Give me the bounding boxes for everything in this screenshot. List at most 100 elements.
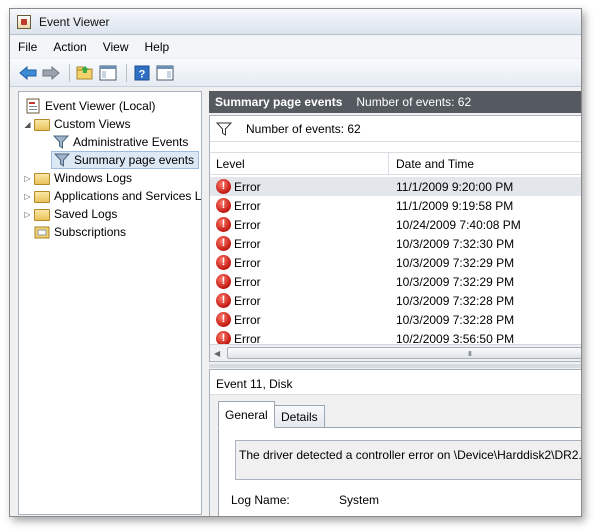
horizontal-scrollbar[interactable]: ◀ III (210, 344, 581, 361)
event-datetime: 10/3/2009 7:32:29 PM (396, 275, 515, 289)
tree-label: Summary page events (74, 153, 195, 167)
collapse-triangle-icon[interactable]: ◢ (23, 120, 32, 129)
toolbar: ? (10, 59, 581, 87)
event-viewer-window: Event Viewer File Action View Help ? Eve… (9, 8, 582, 517)
toolbar-separator (126, 63, 127, 82)
general-tab-panel: The driver detected a controller error o… (218, 427, 581, 516)
event-description[interactable]: The driver detected a controller error o… (235, 440, 581, 480)
column-header-level[interactable]: Level (216, 157, 245, 171)
tree-node-administrative-events[interactable]: Administrative Events (51, 133, 188, 151)
back-arrow-icon[interactable] (18, 63, 38, 83)
filter-funnel-icon (215, 121, 233, 137)
expand-triangle-icon[interactable]: ▷ (23, 174, 32, 183)
log-name-label: Log Name: (231, 493, 290, 507)
event-datetime: 10/3/2009 7:32:28 PM (396, 313, 515, 327)
table-row[interactable]: ! Error 11/1/2009 9:19:58 PM (210, 196, 581, 215)
event-datetime: 11/1/2009 9:20:00 PM (396, 180, 514, 194)
event-level: Error (234, 218, 261, 232)
tree-node-windows-logs[interactable]: ▷ Windows Logs (23, 169, 132, 187)
event-list-panel: Number of events: 62 Level Date and Time… (209, 115, 581, 362)
tree-label: Subscriptions (54, 225, 127, 239)
table-row[interactable]: ! Error 10/3/2009 7:32:29 PM (210, 272, 581, 291)
error-icon: ! (216, 217, 231, 232)
tree-label: Event Viewer (Local) (45, 99, 156, 113)
event-datetime: 10/24/2009 7:40:08 PM (396, 218, 521, 232)
help-icon[interactable]: ? (132, 63, 152, 83)
title-bar[interactable]: Event Viewer (10, 9, 581, 35)
menu-help[interactable]: Help (145, 40, 170, 54)
panel-event-count: Number of events: 62 (356, 95, 472, 109)
panel-header: Summary page events Number of events: 62 (209, 91, 581, 113)
error-icon: ! (216, 179, 231, 194)
table-row[interactable]: ! Error 10/3/2009 7:32:28 PM (210, 291, 581, 310)
tree-node-summary-page-events[interactable]: Summary page events (51, 151, 200, 169)
scroll-left-arrow-icon[interactable]: ◀ (214, 349, 220, 358)
table-row[interactable]: ! Error 11/1/2009 9:20:00 PM (210, 177, 581, 196)
show-hide-pane-icon[interactable] (98, 63, 118, 83)
error-icon: ! (216, 274, 231, 289)
event-level: Error (234, 275, 261, 289)
event-viewer-node-icon (25, 98, 41, 114)
tree-label: Administrative Events (73, 135, 189, 149)
subscriptions-icon (34, 224, 50, 240)
column-header-date-time[interactable]: Date and Time (396, 157, 474, 171)
event-datetime: 10/3/2009 7:32:29 PM (396, 256, 515, 270)
tree-node-saved-logs[interactable]: ▷ Saved Logs (23, 205, 117, 223)
event-level: Error (234, 294, 261, 308)
tree-node-subscriptions[interactable]: Subscriptions (32, 223, 126, 241)
tree-node-custom-views[interactable]: ◢ Custom Views (23, 115, 130, 133)
event-datetime: 11/1/2009 9:19:58 PM (396, 199, 514, 213)
folder-icon (34, 116, 50, 132)
tree-label: Saved Logs (54, 207, 118, 221)
window-title: Event Viewer (39, 14, 110, 29)
tree-label: Applications and Services L (54, 189, 202, 203)
tree-label: Windows Logs (54, 171, 133, 185)
tree-label: Custom Views (54, 117, 131, 131)
menu-bar: File Action View Help (10, 36, 581, 58)
menu-view[interactable]: View (103, 40, 129, 54)
open-folder-icon[interactable] (75, 63, 95, 83)
error-icon: ! (216, 236, 231, 251)
scrollbar-thumb[interactable]: III (227, 347, 581, 359)
event-detail-title: Event 11, Disk (216, 377, 293, 391)
navigation-tree: Event Viewer (Local) ◢ Custom Views Admi… (18, 91, 202, 515)
detail-body: General Details The driver detected a co… (210, 395, 581, 516)
event-detail-panel: Event 11, Disk General Details The drive… (209, 369, 581, 516)
event-level: Error (234, 256, 261, 270)
filter-funnel-icon (52, 134, 70, 150)
error-icon: ! (216, 198, 231, 213)
event-level: Error (234, 237, 261, 251)
table-row[interactable]: ! Error 10/3/2009 7:32:29 PM (210, 253, 581, 272)
filter-bar: Number of events: 62 (210, 116, 581, 142)
forward-arrow-icon[interactable] (41, 63, 61, 83)
filter-count-text: Number of events: 62 (246, 121, 361, 136)
event-viewer-app-icon (17, 14, 31, 29)
menu-action[interactable]: Action (53, 40, 86, 54)
filter-funnel-icon (53, 152, 71, 168)
menu-file[interactable]: File (18, 40, 37, 54)
toolbar-separator (69, 63, 70, 82)
tab-general[interactable]: General (218, 401, 275, 428)
table-row[interactable]: ! Error 10/3/2009 7:32:30 PM (210, 234, 581, 253)
log-name-value[interactable]: System (339, 493, 379, 507)
event-level: Error (234, 199, 261, 213)
folder-icon (34, 170, 50, 186)
action-pane-icon[interactable] (155, 63, 175, 83)
pane-splitter[interactable] (209, 364, 581, 368)
svg-text:?: ? (139, 68, 146, 80)
tab-details[interactable]: Details (274, 405, 325, 428)
event-level: Error (234, 180, 261, 194)
error-icon: ! (216, 293, 231, 308)
tree-node-event-viewer-local[interactable]: Event Viewer (Local) (23, 97, 156, 115)
error-icon: ! (216, 255, 231, 270)
event-datetime: 10/3/2009 7:32:28 PM (396, 294, 515, 308)
column-header-row: Level Date and Time (210, 152, 581, 175)
table-row[interactable]: ! Error 10/3/2009 7:32:28 PM (210, 310, 581, 329)
expand-triangle-icon[interactable]: ▷ (23, 210, 32, 219)
tree-node-applications-services[interactable]: ▷ Applications and Services L (23, 187, 201, 205)
expand-triangle-icon[interactable]: ▷ (23, 192, 32, 201)
panel-title: Summary page events (215, 95, 343, 109)
table-row[interactable]: ! Error 10/24/2009 7:40:08 PM (210, 215, 581, 234)
event-level: Error (234, 313, 261, 327)
column-divider[interactable] (388, 153, 389, 175)
